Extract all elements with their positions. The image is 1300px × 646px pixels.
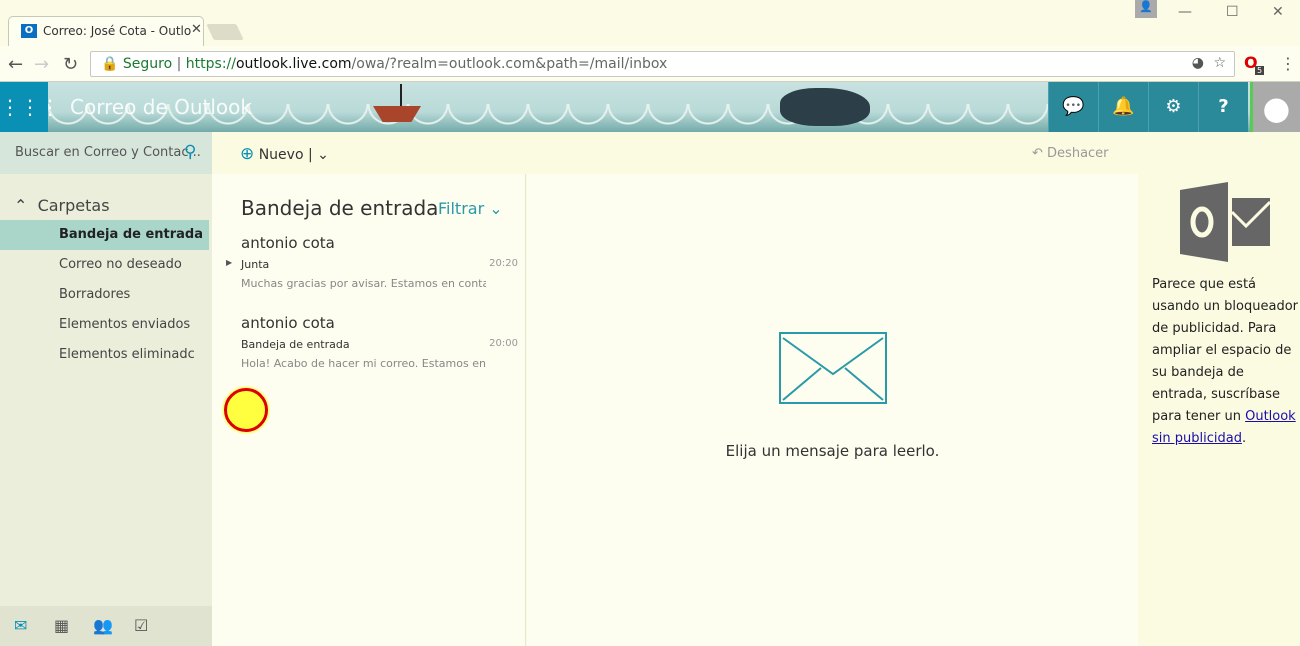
- ad-pane: Parece que está usando un bloqueador de …: [1138, 132, 1300, 646]
- folder-label: Elementos eliminadc: [59, 347, 195, 362]
- folder-deleted[interactable]: Elementos eliminadc: [0, 340, 209, 370]
- message-sender: antonio cota: [241, 314, 335, 332]
- chrome-menu-icon[interactable]: ⋮: [1280, 54, 1296, 73]
- forward-icon[interactable]: →: [34, 54, 49, 75]
- message-preview: Hola! Acabo de hacer mi correo. Estamos …: [241, 357, 486, 370]
- gear-icon[interactable]: ⚙: [1148, 82, 1198, 132]
- avatar[interactable]: ●: [1250, 82, 1300, 132]
- command-bar: ⊕ Nuevo | ⌄ ↶ Deshacer: [212, 132, 1138, 174]
- folder-pane: Buscar en Correo y Contac... ⚲ ⌃ Carpeta…: [0, 132, 212, 646]
- whale-illustration: [780, 88, 870, 126]
- address-bar[interactable]: 🔒 Seguro | https://outlook.live.com/owa/…: [90, 51, 1235, 77]
- tasks-icon[interactable]: ☑: [134, 616, 148, 635]
- bookmark-star-icon[interactable]: ☆: [1213, 55, 1226, 71]
- new-message-button[interactable]: ⊕ Nuevo | ⌄: [240, 144, 329, 164]
- outlook-logo-icon: [1180, 182, 1270, 262]
- undo-button[interactable]: ↶ Deshacer: [1032, 146, 1109, 161]
- outlook-favicon-icon: O: [21, 24, 37, 38]
- browser-tab-strip: O Correo: José Cota - Outlo ✕ 👤 — ☐ ✕: [0, 0, 1300, 46]
- secure-label: Seguro: [122, 56, 173, 72]
- folder-sent[interactable]: Elementos enviados: [0, 310, 209, 340]
- folder-drafts[interactable]: Borradores: [0, 280, 209, 310]
- extension-badge: 5: [1255, 66, 1265, 75]
- browser-toolbar: ← → ↻ 🔒 Seguro | https://outlook.live.co…: [0, 46, 1300, 82]
- folder-junk[interactable]: Correo no deseado: [0, 250, 209, 280]
- chevron-up-icon: ⌃: [14, 196, 28, 215]
- back-icon[interactable]: ←: [8, 54, 23, 75]
- undo-icon: ↶: [1032, 146, 1043, 161]
- message-sender: antonio cota: [241, 234, 335, 252]
- close-window-icon[interactable]: ✕: [1272, 4, 1284, 20]
- new-label: Nuevo: [258, 147, 304, 163]
- mail-icon[interactable]: ✉: [14, 616, 27, 635]
- minimize-icon[interactable]: —: [1178, 4, 1192, 20]
- search-input[interactable]: Buscar en Correo y Contac...: [0, 132, 212, 174]
- folder-label: Borradores: [59, 287, 131, 302]
- tab-title: Correo: José Cota - Outlo: [43, 24, 192, 38]
- message-preview: Muchas gracias por avisar. Estamos en co…: [241, 277, 486, 290]
- app-brand[interactable]: Correo de Outlook: [70, 95, 252, 119]
- folder-inbox[interactable]: Bandeja de entrada: [0, 220, 209, 250]
- chevron-down-icon[interactable]: ⌄: [317, 147, 329, 163]
- folder-label: Elementos enviados: [59, 317, 191, 332]
- click-indicator: [224, 388, 268, 432]
- cookie-blocked-icon[interactable]: ◕: [1192, 55, 1204, 71]
- undo-label: Deshacer: [1047, 146, 1109, 161]
- lock-icon: 🔒: [101, 56, 119, 72]
- help-icon[interactable]: ?: [1198, 82, 1248, 132]
- list-title: Bandeja de entrada: [241, 196, 439, 220]
- message-subject: Junta: [241, 258, 270, 271]
- chat-icon[interactable]: 💬: [1048, 82, 1098, 132]
- filter-button[interactable]: Filtrar ⌄: [438, 199, 503, 218]
- ad-text-end: .: [1241, 431, 1247, 446]
- chevron-down-icon: ⌄: [489, 199, 503, 218]
- bell-icon[interactable]: 🔔: [1098, 82, 1148, 132]
- adblock-notice: Parece que está usando un bloqueador de …: [1152, 274, 1298, 450]
- empty-reading-message: Elija un mensaje para leerlo.: [725, 442, 940, 460]
- module-switcher: ✉ ▦ 👥 ☑: [0, 606, 212, 646]
- ad-text: Parece que está usando un bloqueador de …: [1152, 277, 1298, 424]
- message-subject: Bandeja de entrada: [241, 338, 350, 351]
- filter-label: Filtrar: [438, 199, 485, 218]
- calendar-icon[interactable]: ▦: [54, 616, 69, 635]
- people-icon[interactable]: 👥: [93, 616, 113, 635]
- plus-circle-icon: ⊕: [240, 144, 255, 164]
- message-time: 20:00: [489, 338, 518, 349]
- folders-header[interactable]: ⌃ Carpetas: [14, 196, 110, 215]
- url-scheme: https://: [185, 56, 236, 72]
- message-time: 20:20: [489, 258, 518, 269]
- reading-pane: Elija un mensaje para leerlo.: [527, 174, 1138, 646]
- maximize-icon[interactable]: ☐: [1226, 4, 1239, 20]
- reload-icon[interactable]: ↻: [63, 54, 78, 75]
- app-launcher-icon[interactable]: ⋮⋮⋮: [0, 82, 60, 132]
- search-icon[interactable]: ⚲: [184, 142, 196, 162]
- boat-mast: [400, 84, 402, 108]
- folder-label: Bandeja de entrada: [59, 227, 204, 242]
- new-tab-button[interactable]: [206, 24, 244, 40]
- envelope-icon: [779, 332, 887, 404]
- folders-label: Carpetas: [37, 196, 110, 215]
- browser-tab[interactable]: O Correo: José Cota - Outlo ✕: [8, 16, 204, 46]
- close-tab-icon[interactable]: ✕: [191, 22, 202, 37]
- message-item[interactable]: ▶ antonio cota Junta 20:20 Muchas gracia…: [212, 234, 526, 314]
- url-path: /owa/?realm=outlook.com&path=/mail/inbox: [351, 56, 668, 72]
- folder-label: Correo no deseado: [59, 257, 182, 272]
- search-placeholder: Buscar en Correo y Contac...: [15, 145, 201, 160]
- outlook-header: ⋮⋮⋮ Correo de Outlook 💬 🔔 ⚙ ? ●: [0, 82, 1300, 132]
- expand-conversation-icon[interactable]: ▶: [226, 258, 232, 267]
- profile-icon[interactable]: 👤: [1135, 0, 1157, 18]
- message-item[interactable]: antonio cota Bandeja de entrada 20:00 Ho…: [212, 314, 526, 394]
- url-host: outlook.live.com: [235, 56, 352, 72]
